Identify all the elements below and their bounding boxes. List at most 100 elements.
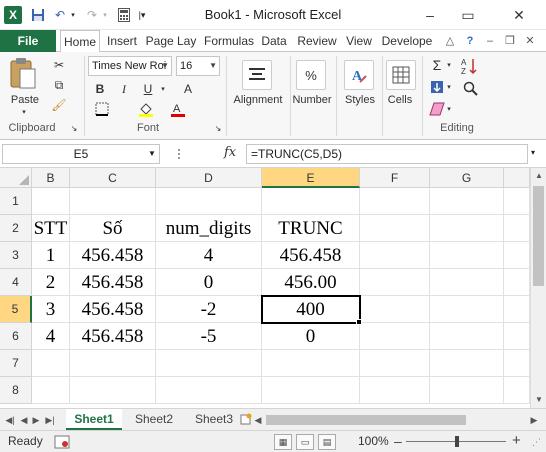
zoom-out-button[interactable]: – xyxy=(394,433,402,449)
column-header-selected[interactable]: E xyxy=(262,168,360,188)
alignment-label[interactable]: Alignment xyxy=(228,94,288,106)
cell[interactable] xyxy=(70,188,156,215)
cell[interactable]: 456.00 xyxy=(262,269,360,296)
tab-file[interactable]: File xyxy=(0,30,56,52)
minimize-workbook-icon[interactable]: – xyxy=(483,34,497,48)
cell[interactable] xyxy=(70,350,156,377)
cell[interactable]: 4 xyxy=(156,242,262,269)
sheet-tab-sheet3[interactable]: Sheet3 xyxy=(186,409,242,430)
cell[interactable]: 456.458 xyxy=(70,269,156,296)
cell[interactable]: 3 xyxy=(32,296,70,323)
close-workbook-icon[interactable]: ✕ xyxy=(523,34,537,48)
underline-button[interactable]: U xyxy=(140,80,156,98)
cell[interactable]: 0 xyxy=(262,323,360,350)
page-break-view-icon[interactable]: ▤ xyxy=(318,434,336,450)
font-name-combo[interactable]: Times New Roi ▼ xyxy=(88,56,172,76)
cell[interactable] xyxy=(430,188,504,215)
alignment-icon[interactable] xyxy=(242,60,272,90)
formula-input[interactable]: =TRUNC(C5,D5) xyxy=(246,144,528,164)
cell[interactable] xyxy=(156,350,262,377)
worksheet-grid[interactable]: B C D E F G 1 2 STT Số num_digits TRUNC 3 1 456.… xyxy=(0,168,530,408)
fill-dropdown-icon[interactable]: ▾ xyxy=(444,78,454,96)
cell[interactable] xyxy=(262,350,360,377)
row-header[interactable]: 4 xyxy=(0,269,32,296)
vertical-scrollbar[interactable]: ▲ ▼ xyxy=(530,168,546,408)
cells-label[interactable]: Cells xyxy=(380,94,420,106)
row-header[interactable]: 2 xyxy=(0,215,32,242)
cell[interactable] xyxy=(504,242,530,269)
vertical-scroll-thumb[interactable] xyxy=(533,186,544,286)
cell[interactable] xyxy=(360,269,430,296)
cell[interactable]: num_digits xyxy=(156,215,262,242)
select-all-button[interactable] xyxy=(0,168,32,188)
cell[interactable] xyxy=(504,215,530,242)
cell[interactable] xyxy=(156,188,262,215)
cell[interactable] xyxy=(430,296,504,323)
cell[interactable] xyxy=(430,323,504,350)
horizontal-scroll-thumb[interactable] xyxy=(266,415,466,425)
scroll-down-icon[interactable]: ▼ xyxy=(531,392,546,408)
column-header[interactable]: C xyxy=(70,168,156,188)
italic-button[interactable]: I xyxy=(116,80,132,98)
minimize-button[interactable]: – xyxy=(416,4,444,26)
scroll-up-icon[interactable]: ▲ xyxy=(531,168,546,184)
cell[interactable] xyxy=(360,296,430,323)
cell[interactable] xyxy=(360,377,430,404)
paste-icon[interactable] xyxy=(8,56,38,92)
row-header-selected[interactable]: 5 xyxy=(0,296,32,323)
cell[interactable] xyxy=(430,242,504,269)
cell[interactable]: TRUNC xyxy=(262,215,360,242)
cell[interactable] xyxy=(430,269,504,296)
cell[interactable] xyxy=(360,188,430,215)
cell[interactable]: 2 xyxy=(32,269,70,296)
restore-button[interactable]: ▭ xyxy=(454,4,482,26)
column-header[interactable]: B xyxy=(32,168,70,188)
tab-view[interactable]: View xyxy=(342,30,376,52)
row-header[interactable]: 7 xyxy=(0,350,32,377)
cell[interactable] xyxy=(504,296,530,323)
insert-function-button[interactable]: fx xyxy=(224,145,236,160)
cell[interactable]: 0 xyxy=(156,269,262,296)
column-header[interactable]: G xyxy=(430,168,504,188)
cell[interactable]: STT xyxy=(32,215,70,242)
scroll-right-icon[interactable]: ▶ xyxy=(528,413,540,427)
first-sheet-icon[interactable]: ◀| xyxy=(4,413,16,427)
resize-grip-icon[interactable]: ⋰ xyxy=(532,437,541,448)
close-button[interactable]: ✕ xyxy=(498,4,540,26)
autosum-dropdown-icon[interactable]: ▾ xyxy=(444,56,454,74)
cell[interactable]: 1 xyxy=(32,242,70,269)
zoom-slider-thumb[interactable] xyxy=(455,436,459,447)
row-header[interactable]: 6 xyxy=(0,323,32,350)
row-header[interactable]: 8 xyxy=(0,377,32,404)
zoom-in-button[interactable]: + xyxy=(512,432,521,449)
underline-dropdown-icon[interactable]: ▾ xyxy=(158,80,168,98)
styles-icon[interactable]: A xyxy=(344,60,374,90)
next-sheet-icon[interactable]: ▶ xyxy=(30,413,42,427)
cell[interactable]: 456.458 xyxy=(262,242,360,269)
cell[interactable] xyxy=(32,188,70,215)
tab-formulas[interactable]: Formulas xyxy=(202,30,256,52)
cut-icon[interactable]: ✂ xyxy=(50,56,68,74)
formula-bar-handle-icon[interactable] xyxy=(176,148,188,160)
column-header[interactable]: D xyxy=(156,168,262,188)
previous-sheet-icon[interactable]: ◀ xyxy=(18,413,30,427)
zoom-level[interactable]: 100% xyxy=(358,434,389,448)
format-painter-icon[interactable]: 🖌 xyxy=(50,96,68,114)
cell[interactable] xyxy=(504,323,530,350)
cell[interactable] xyxy=(430,350,504,377)
row-header[interactable]: 3 xyxy=(0,242,32,269)
cell[interactable]: 456.458 xyxy=(70,296,156,323)
macro-record-icon[interactable] xyxy=(54,435,70,449)
font-size-combo[interactable]: 16 ▼ xyxy=(176,56,220,76)
sheet-tab-sheet1[interactable]: Sheet1 xyxy=(66,409,122,430)
paste-label[interactable]: Paste xyxy=(8,94,42,106)
row-header[interactable]: 1 xyxy=(0,188,32,215)
paste-dropdown-icon[interactable]: ▾ xyxy=(14,108,34,116)
cell[interactable]: 456.458 xyxy=(70,323,156,350)
name-box-dropdown-icon[interactable]: ▼ xyxy=(148,144,158,164)
tab-data[interactable]: Data xyxy=(258,30,290,52)
column-header[interactable]: F xyxy=(360,168,430,188)
cell[interactable]: -2 xyxy=(156,296,262,323)
tab-home[interactable]: Home xyxy=(60,30,100,53)
styles-label[interactable]: Styles xyxy=(338,94,382,106)
